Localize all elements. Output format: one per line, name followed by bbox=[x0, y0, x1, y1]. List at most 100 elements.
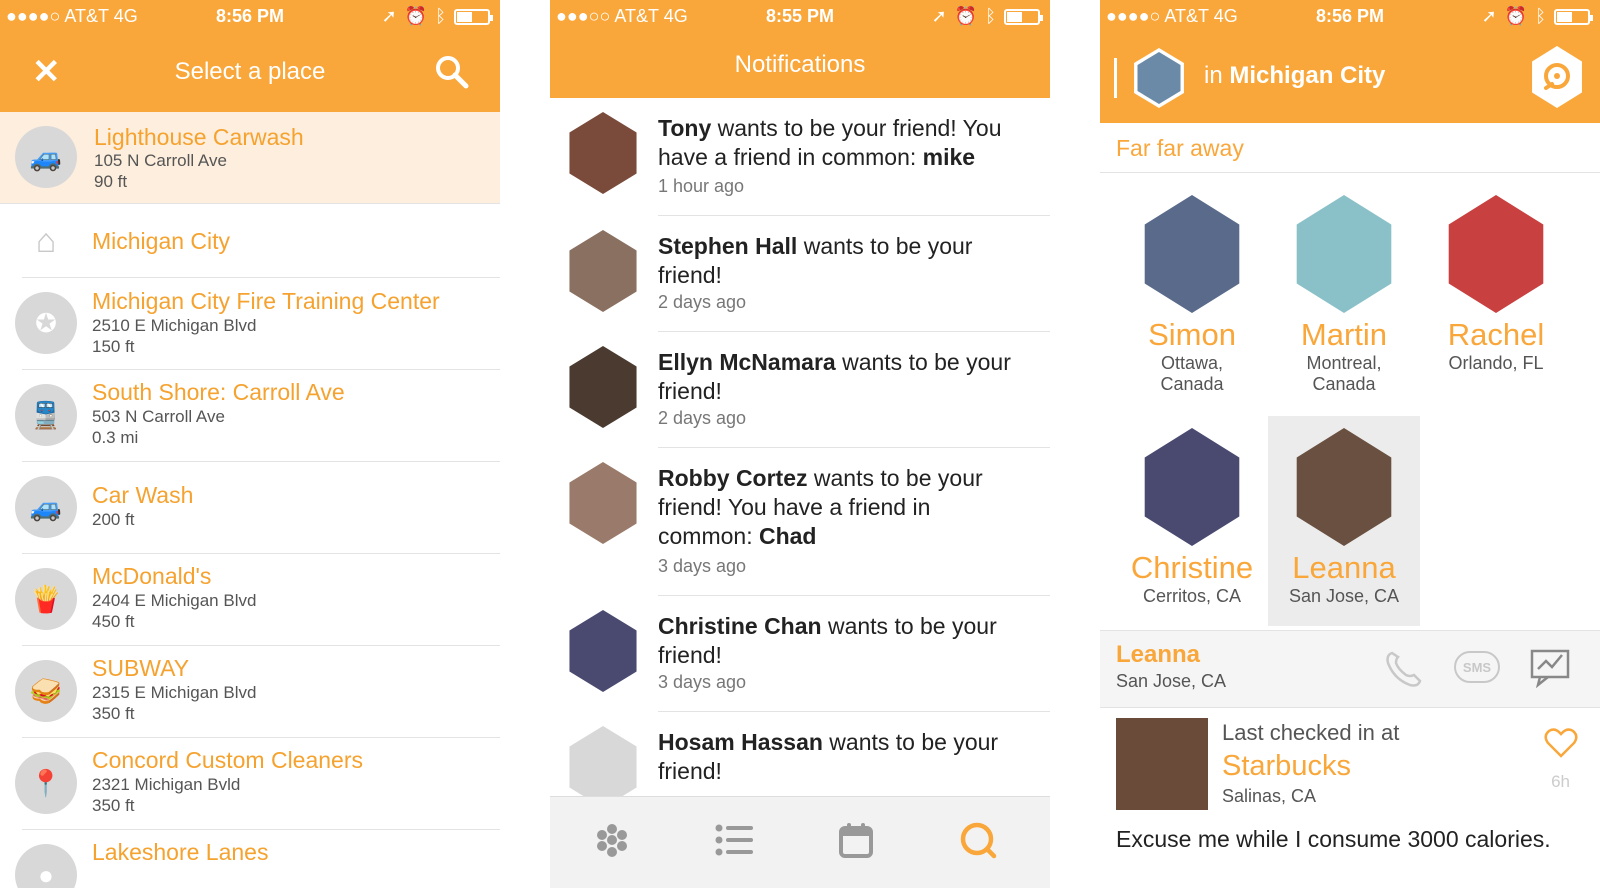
apps-grid-icon[interactable] bbox=[582, 815, 642, 865]
friend-name: Simon bbox=[1148, 317, 1236, 352]
location-arrow-icon: ➚ bbox=[381, 6, 397, 26]
place-address: 2404 E Michigan Blvd bbox=[92, 591, 257, 610]
place-address: 105 N Carroll Ave bbox=[94, 151, 227, 170]
place-row[interactable]: 📍 Concord Custom Cleaners 2321 Michigan … bbox=[15, 738, 500, 830]
avatar bbox=[1144, 428, 1240, 546]
place-distance: 450 ft bbox=[92, 612, 135, 631]
friend-name: Rachel bbox=[1447, 317, 1545, 352]
friends-screen: ●●●●○ AT&T 4G 8:56 PM ➚ ⏰ ᛒ in Michigan … bbox=[1100, 0, 1600, 888]
bluetooth-icon: ᛒ bbox=[1535, 6, 1546, 26]
list-icon[interactable] bbox=[704, 815, 764, 865]
notification-item[interactable]: Stephen Hall wants to be your friend! 2 … bbox=[550, 216, 1050, 332]
checkin-age: 6h bbox=[1551, 772, 1570, 791]
avatar bbox=[1296, 195, 1392, 313]
alarm-icon: ⏰ bbox=[954, 6, 978, 26]
place-name: Car Wash bbox=[92, 482, 194, 508]
avatar bbox=[1448, 195, 1544, 313]
notification-time: 3 days ago bbox=[658, 556, 747, 576]
battery-icon bbox=[1554, 8, 1593, 25]
checkin-photo bbox=[1116, 718, 1208, 810]
battery-icon bbox=[454, 8, 493, 25]
select-place-header: ●●●●○ AT&T 4G 8:56 PM ➚ ⏰ ᛒ ✕ Select a p… bbox=[0, 0, 500, 112]
place-distance: 350 ft bbox=[92, 704, 135, 723]
header-city[interactable]: Michigan City bbox=[1229, 62, 1385, 89]
friend-card[interactable]: Simon Ottawa, Canada bbox=[1116, 183, 1268, 403]
place-row[interactable]: ● Lakeshore Lanes bbox=[15, 830, 500, 888]
place-row[interactable]: 🚆 South Shore: Carroll Ave 503 N Carroll… bbox=[15, 370, 500, 462]
notification-name: Christine Chan bbox=[658, 613, 822, 639]
avatar bbox=[1144, 195, 1240, 313]
place-row[interactable]: 🥪 SUBWAY 2315 E Michigan Blvd 350 ft bbox=[15, 646, 500, 738]
fire-station-icon: ✪ bbox=[15, 292, 77, 354]
header-prefix: in bbox=[1204, 62, 1223, 89]
notification-item[interactable]: Christine Chan wants to be your friend! … bbox=[550, 596, 1050, 712]
location-arrow-icon: ➚ bbox=[931, 6, 947, 26]
place-distance: 0.3 mi bbox=[92, 428, 139, 447]
notification-item[interactable]: Tony wants to be your friend! You have a… bbox=[550, 98, 1050, 216]
distance-tabs: Far far away bbox=[1100, 123, 1600, 173]
notification-item[interactable]: Ellyn McNamara wants to be your friend! … bbox=[550, 332, 1050, 448]
place-row[interactable]: 🚙 Lighthouse Carwash 105 N Carroll Ave 9… bbox=[0, 112, 500, 204]
checkin-label: Last checked in at bbox=[1222, 720, 1400, 745]
alarm-icon: ⏰ bbox=[404, 6, 428, 26]
battery-icon bbox=[1004, 8, 1043, 25]
place-row[interactable]: ⌂ Michigan City bbox=[22, 204, 500, 278]
notification-common-friend: mike bbox=[922, 144, 976, 170]
page-title: Select a place bbox=[174, 58, 326, 85]
notification-time: 2 days ago bbox=[658, 408, 747, 428]
friend-card[interactable]: Martin Montreal, Canada bbox=[1268, 183, 1420, 403]
friend-detail-bar: Leanna San Jose, CA SMS bbox=[1100, 630, 1600, 708]
friend-card[interactable]: Leanna San Jose, CA bbox=[1268, 416, 1420, 626]
status-bar: ●●●●○ AT&T 4G 8:56 PM ➚ ⏰ ᛒ bbox=[0, 0, 500, 34]
avatar bbox=[1296, 428, 1392, 546]
tab-far-far-away[interactable]: Far far away bbox=[1116, 135, 1244, 162]
avatar bbox=[569, 112, 637, 194]
place-row[interactable]: 🍟 McDonald's 2404 E Michigan Blvd 450 ft bbox=[15, 554, 500, 646]
friend-card[interactable]: Rachel Orlando, FL bbox=[1420, 183, 1572, 403]
heart-icon[interactable] bbox=[1544, 728, 1578, 763]
place-address: 503 N Carroll Ave bbox=[92, 407, 225, 426]
sandwich-icon: 🥪 bbox=[15, 660, 77, 722]
sms-label: SMS bbox=[1462, 659, 1492, 675]
friend-location: San Jose, CA bbox=[1288, 586, 1400, 606]
map-pin-icon: 📍 bbox=[15, 752, 77, 814]
phone-icon[interactable] bbox=[1382, 647, 1426, 696]
place-name: Lighthouse Carwash bbox=[94, 124, 304, 150]
friends-header: ●●●●○ AT&T 4G 8:56 PM ➚ ⏰ ᛒ in Michigan … bbox=[1100, 0, 1600, 123]
notification-name: Stephen Hall bbox=[658, 233, 798, 259]
place-address: 2321 Michigan Bvld bbox=[92, 775, 241, 794]
search-icon[interactable] bbox=[434, 54, 470, 90]
avatar bbox=[569, 462, 637, 544]
place-distance: 350 ft bbox=[92, 796, 135, 815]
chat-bubble-icon[interactable] bbox=[948, 815, 1008, 865]
location-target-icon[interactable] bbox=[1532, 46, 1582, 108]
place-row[interactable]: 🚙 Car Wash 200 ft bbox=[15, 462, 500, 554]
activity-chart-icon[interactable] bbox=[1528, 645, 1572, 694]
checkin-venue[interactable]: Starbucks bbox=[1222, 750, 1351, 783]
notification-item[interactable]: Robby Cortez wants to be your friend! Yo… bbox=[550, 448, 1050, 596]
checkin-message: Excuse me while I consume 3000 calories. bbox=[1116, 826, 1551, 852]
car-wash-icon: 🚙 bbox=[15, 476, 77, 538]
bowling-icon: ● bbox=[15, 844, 77, 888]
notification-time: 3 days ago bbox=[658, 672, 747, 692]
friend-name: Martin bbox=[1300, 317, 1388, 352]
checkin-card[interactable]: Last checked in at Starbucks Salinas, CA… bbox=[1100, 708, 1600, 888]
bluetooth-icon: ᛒ bbox=[435, 6, 446, 26]
notification-common-friend: Chad bbox=[758, 523, 817, 549]
place-row[interactable]: ✪ Michigan City Fire Training Center 251… bbox=[15, 278, 500, 370]
checkin-venue-location: Salinas, CA bbox=[1222, 786, 1317, 806]
place-name: SUBWAY bbox=[92, 655, 190, 681]
detail-location: San Jose, CA bbox=[1116, 671, 1227, 691]
notification-time: 1 hour ago bbox=[658, 176, 745, 196]
notifications-screen: ●●●○○ AT&T 4G 8:55 PM ➚ ⏰ ᛒ Notification… bbox=[550, 0, 1050, 888]
friend-card[interactable]: Christine Cerritos, CA bbox=[1116, 416, 1268, 626]
train-icon: 🚆 bbox=[15, 384, 77, 446]
calendar-icon[interactable] bbox=[826, 815, 886, 865]
sms-icon[interactable]: SMS bbox=[1454, 651, 1500, 683]
friend-name: Leanna bbox=[1292, 550, 1396, 585]
friend-location: Montreal, Canada bbox=[1306, 353, 1382, 394]
place-distance: 200 ft bbox=[92, 510, 135, 529]
notification-name: Robby Cortez bbox=[658, 465, 808, 491]
tab-bar bbox=[550, 796, 1050, 888]
divider bbox=[1114, 58, 1117, 98]
